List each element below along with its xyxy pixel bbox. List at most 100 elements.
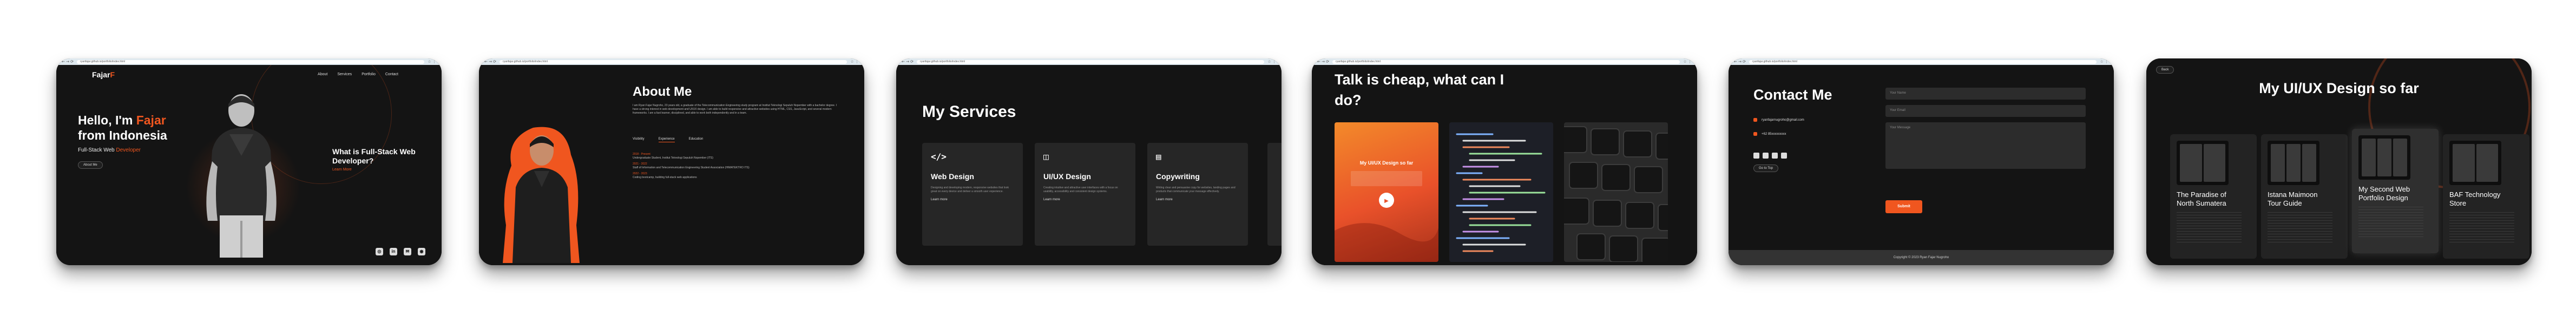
address-bar[interactable]: ryanfajar.github.io/portfolio/index.html [1749,60,2097,64]
learn-more-link[interactable]: Learn More [332,168,352,172]
nav-services[interactable]: Services [337,73,352,76]
browser-menu-icon[interactable]: ☆ ⋮ [850,60,859,64]
about-me-button[interactable]: About Me [78,161,103,169]
address-bar[interactable]: ryanfajar.github.io/portfolio/index.html [500,60,847,64]
about-tabs: Visibility Experience Education [633,137,703,142]
linkedin-icon[interactable]: in [390,248,397,255]
item-period: 2022 - 2023 [633,172,647,175]
project-card[interactable]: BAF Technology Store [2443,134,2529,259]
browser-menu-icon[interactable]: ☆ ⋮ [2100,60,2108,64]
item-period: 2021 - 2022 [633,162,647,166]
browser-nav-icons[interactable]: ← → ⟳ [484,60,496,64]
hero-heading-suffix: from Indonesia [78,128,167,142]
service-name: Web Design [931,172,974,181]
nav-contact[interactable]: Contact [385,73,398,76]
project-name: Istana Maimoon Tour Guide [2268,190,2318,207]
play-icon[interactable]: ▶ [1384,198,1389,204]
instagram-icon[interactable]: ◎ [376,248,383,255]
uiux-showcase-image[interactable]: My UI/UX Design so far ▶ [1335,122,1438,262]
mail-icon[interactable] [1772,153,1778,159]
nav-portfolio[interactable]: Portfolio [362,73,376,76]
top-navigation: About Services Portfolio Contact [318,73,398,76]
service-card-copywriting[interactable]: ▤ Copywriting Writing clear and persuasi… [1147,143,1248,246]
linkedin-icon[interactable] [1763,153,1769,159]
mail-icon[interactable]: ✉ [404,248,411,255]
submit-button[interactable]: Submit [1885,200,1922,213]
project-card[interactable]: Istana Maimoon Tour Guide [2261,134,2348,259]
contact-section: Contact Me ryanfajarnugroho@gmail.com +6… [1729,65,2114,265]
contact-phone-text: +62 85xxxxxxxxx [1762,132,1786,136]
service-description: Creating intuitive and attractive user i… [1043,186,1118,193]
address-bar[interactable]: ryanfajar.github.io/portfolio/index.html [1332,60,1680,64]
site-logo[interactable]: FajarF [92,70,115,79]
browser-menu-icon[interactable]: ☆ ⋮ [428,60,436,64]
tab-visibility[interactable]: Visibility [633,137,645,142]
services-screenshot: ← → ⟳ ryanfajar.github.io/portfolio/inde… [896,58,1282,265]
browser-menu-icon[interactable]: ☆ ⋮ [1683,60,1692,64]
project-name: BAF Technology Store [2449,190,2501,207]
experience-list: 2018 - Present Undergraduate Student, In… [633,150,838,180]
service-card-uiux-design[interactable]: ◫ UI/UX Design Creating intuitive and at… [1035,143,1135,246]
contact-email[interactable]: ryanfajarnugroho@gmail.com [1753,118,1804,122]
browser-menu-icon[interactable]: ☆ ⋮ [1267,60,1276,64]
project-description [2177,212,2242,245]
keyboard-photo [1564,122,1668,262]
uiux-gallery-section: Back My UI/UX Design so far The Paradise… [2146,58,2532,265]
project-card[interactable]: The Paradise of North Sumatera [2170,134,2257,259]
contact-socials [1753,153,1787,159]
portfolio-intro-screenshot: ← → ⟳ ryanfajar.github.io/portfolio/inde… [1312,58,1697,265]
project-description [2268,212,2332,245]
message-field[interactable]: Your Message [1885,122,2086,169]
browser-bar: ← → ⟳ ryanfajar.github.io/portfolio/inde… [896,58,1282,65]
browser-bar: ← → ⟳ ryanfajar.github.io/portfolio/inde… [56,58,442,65]
hero-heading-prefix: Hello, I'm [78,113,136,127]
uiux-showcase-caption: My UI/UX Design so far [1360,160,1414,166]
service-card-web-design[interactable]: </> Web Design Designing and developing … [922,143,1023,246]
browser-nav-icons[interactable]: ← → ⟳ [1317,60,1329,64]
hero-heading-name: Fajar [136,113,166,127]
nav-about[interactable]: About [318,73,327,76]
email-field[interactable]: Your Email [1885,105,2086,117]
project-name: My Second Web Portfolio Design [2358,185,2410,202]
browser-nav-icons[interactable]: ← → ⟳ [1734,60,1746,64]
site-footer: Copyright © 2023 Ryan Fajar Nugroho [1729,250,2114,265]
browser-nav-icons[interactable]: ← → ⟳ [62,60,74,64]
tab-education[interactable]: Education [689,137,704,142]
go-to-top-button[interactable]: Go to Top [1753,165,1778,172]
project-card-highlighted[interactable]: My Second Web Portfolio Design [2352,129,2439,253]
uiux-gallery-screenshot: Back My UI/UX Design so far The Paradise… [2146,58,2532,265]
service-learn-more[interactable]: Learn more [1043,198,1127,201]
name-field[interactable]: Your Name [1885,88,2086,100]
tab-experience[interactable]: Experience [658,137,675,142]
hero-role-accent: Developer [116,147,141,153]
item-text: Undergraduate Student, Institut Teknolog… [633,156,713,160]
github-icon[interactable] [1781,153,1787,159]
contact-phone[interactable]: +62 85xxxxxxxxx [1753,132,1786,136]
code-lines-art [1456,133,1546,252]
project-description [2358,207,2423,239]
service-description: Designing and developing modern, respons… [931,186,1009,193]
instagram-icon[interactable] [1753,153,1759,159]
about-section: About Me I am Ryan Fajar Nugroho, 23 yea… [479,65,864,265]
hero-heading: Hello, I'm Fajar from Indonesia [78,113,219,143]
address-bar[interactable]: ryanfajar.github.io/portfolio/index.html [917,60,1265,64]
contact-title: Contact Me [1753,87,1832,103]
github-icon[interactable]: ◉ [418,248,425,255]
address-bar[interactable]: ryanfajar.github.io/portfolio/index.html [77,60,425,64]
service-card-partial [1267,143,1282,246]
portfolio-intro-section: Talk is cheap, what can I do? My UI/UX D… [1312,65,1697,265]
service-learn-more[interactable]: Learn more [1156,198,1239,201]
project-description [2449,212,2514,245]
profile-photo [206,94,277,258]
hero-section: FajarF About Services Portfolio Contact … [56,65,442,265]
services-list: </> Web Design Designing and developing … [922,143,1248,246]
browser-nav-icons[interactable]: ← → ⟳ [902,60,914,64]
service-learn-more[interactable]: Learn more [931,198,1014,201]
code-screenshot-image [1449,122,1553,262]
project-name: The Paradise of North Sumatera [2177,190,2226,207]
browser-bar: ← → ⟳ ryanfajar.github.io/portfolio/inde… [1312,58,1697,65]
hero-role-prefix: Full-Stack Web [78,147,116,153]
portfolio-intro-title: Talk is cheap, what can I do? [1335,71,1504,108]
back-button[interactable]: Back [2156,66,2174,74]
item-text: Staff of Information and Telecommunicati… [633,166,750,169]
